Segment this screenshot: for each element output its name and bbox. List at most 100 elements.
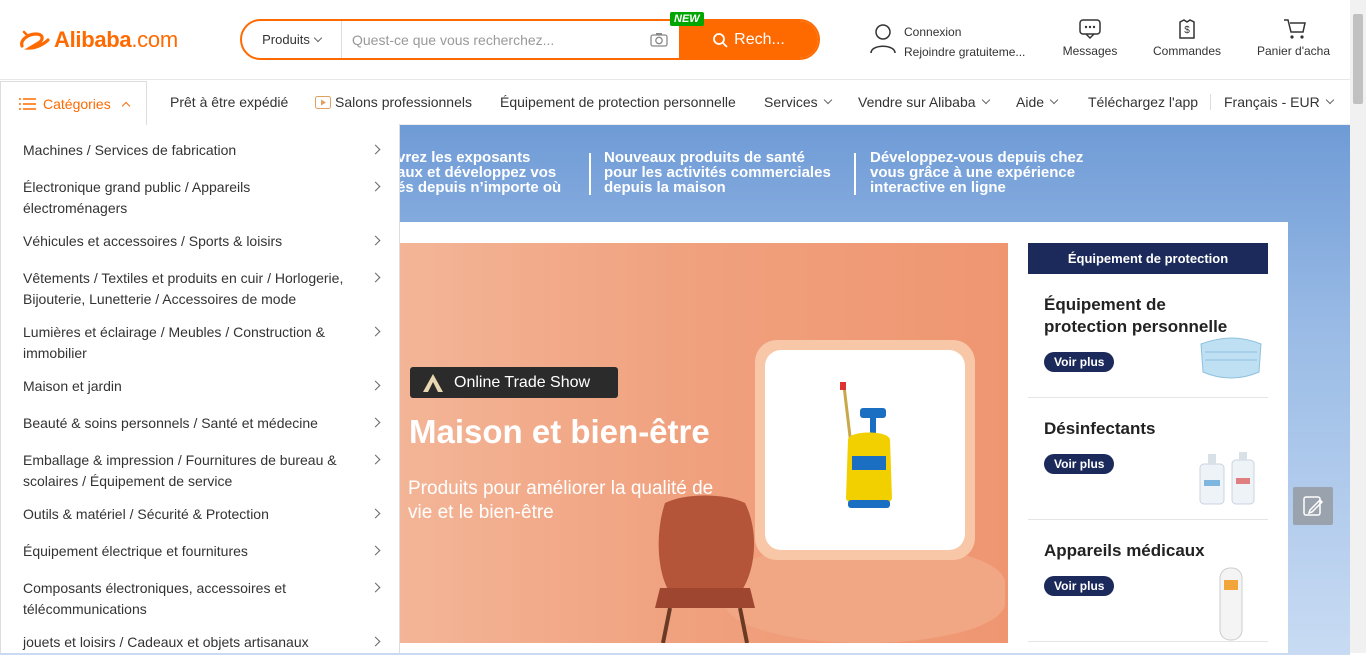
- chevron-right-icon: [370, 181, 381, 192]
- voir-plus-button[interactable]: Voir plus: [1044, 576, 1115, 596]
- band-divider: [589, 153, 591, 195]
- scrollbar-thumb[interactable]: [1353, 14, 1363, 104]
- nav-download-app[interactable]: Téléchargez l'app: [1088, 94, 1198, 110]
- online-trade-show-badge: Online Trade Show: [410, 367, 618, 398]
- face-mask-image: [1200, 337, 1262, 379]
- alibaba-logo[interactable]: Alibaba.com: [18, 24, 178, 56]
- chevron-down-icon: [313, 33, 323, 42]
- nav-ppe[interactable]: Équipement de protection personnelle: [500, 94, 736, 110]
- cart-label: Panier d'acha: [1257, 44, 1331, 58]
- banner-subtitle: Produits pour améliorer la qualité de vi…: [408, 478, 714, 523]
- camera-search-icon[interactable]: [639, 21, 679, 58]
- login-link[interactable]: Connexion: [904, 22, 1025, 42]
- chevron-down-icon: [981, 95, 990, 105]
- chevron-right-icon: [370, 272, 381, 283]
- trade-show-logo-icon: [423, 373, 443, 392]
- cart-button[interactable]: Panier d'acha: [1248, 18, 1340, 58]
- list-icon: [19, 97, 36, 110]
- nav-services[interactable]: Services: [764, 94, 832, 110]
- page-scrollbar[interactable]: [1350, 0, 1366, 653]
- card-medical-devices[interactable]: Appareils médicaux Voir plus: [1028, 520, 1268, 642]
- chevron-right-icon: [370, 545, 381, 556]
- chevron-down-icon: [823, 95, 832, 105]
- chevron-right-icon: [370, 417, 381, 428]
- main-nav: Catégories Prêt à être expédié Salons pr…: [0, 81, 1350, 125]
- card-disinfectants[interactable]: Désinfectants Voir plus: [1028, 398, 1268, 520]
- categories-button[interactable]: Catégories: [0, 81, 147, 125]
- categories-label: Catégories: [43, 95, 111, 112]
- band-promo-3[interactable]: Développez-vous depuis chez vous grâce à …: [870, 150, 1083, 195]
- category-item[interactable]: Véhicules et accessoires / Sports & lois…: [23, 231, 383, 252]
- chevron-right-icon: [370, 235, 381, 246]
- new-badge: NEW: [670, 12, 704, 26]
- category-item[interactable]: Vêtements / Textiles et produits en cuir…: [23, 268, 383, 310]
- category-item[interactable]: Machines / Services de fabrication: [23, 140, 383, 161]
- banner-title: Maison et bien-être: [409, 413, 710, 450]
- sprayer-product-image: [840, 382, 892, 508]
- feedback-button[interactable]: [1293, 487, 1333, 525]
- chevron-right-icon: [370, 454, 381, 465]
- search-button-label: Rech...: [734, 30, 785, 48]
- band-divider: [854, 153, 856, 195]
- search-input[interactable]: [342, 21, 639, 58]
- band-promo-2[interactable]: Nouveaux produits de santé pour les activ…: [604, 150, 831, 195]
- alibaba-logo-icon: [20, 30, 50, 50]
- language-currency-selector[interactable]: Français - EUR: [1210, 94, 1334, 110]
- voir-plus-button[interactable]: Voir plus: [1044, 454, 1115, 474]
- category-item[interactable]: Électronique grand public / Appareils él…: [23, 177, 383, 219]
- chevron-right-icon: [370, 380, 381, 391]
- card-title: Appareils médicaux: [1044, 541, 1205, 560]
- cart-icon: [1284, 19, 1306, 39]
- account-menu[interactable]: Connexion Rejoindre gratuiteme...: [868, 22, 1025, 62]
- product-frame[interactable]: [755, 340, 975, 560]
- category-item[interactable]: Beauté & soins personnels / Santé et méd…: [23, 413, 383, 434]
- chevron-right-icon: [370, 326, 381, 337]
- messages-button[interactable]: Messages: [1045, 18, 1135, 58]
- chevron-up-icon: [121, 101, 130, 110]
- search-category-dropdown[interactable]: Produits: [242, 21, 342, 58]
- card-title: Désinfectants: [1044, 419, 1156, 438]
- category-item[interactable]: Lumières et éclairage / Meubles / Constr…: [23, 322, 383, 364]
- feedback-edit-icon: [1303, 496, 1324, 516]
- category-item[interactable]: jouets et loisirs / Cadeaux et objets ar…: [23, 632, 383, 653]
- message-icon: [1079, 19, 1101, 40]
- protection-panel: Équipement de protection Équipement de p…: [1028, 243, 1268, 653]
- category-item[interactable]: Emballage & impression / Fournitures de …: [23, 450, 383, 492]
- search-category-label: Produits: [262, 32, 310, 47]
- search-icon: [713, 32, 728, 48]
- sanitizer-bottles-image: [1199, 452, 1255, 505]
- user-icon: [870, 24, 896, 54]
- category-item[interactable]: Outils & matériel / Sécurité & Protectio…: [23, 504, 383, 525]
- chevron-down-icon: [1049, 95, 1059, 105]
- nav-sell[interactable]: Vendre sur Alibaba: [858, 94, 990, 110]
- categories-dropdown: Machines / Services de fabrication Élect…: [0, 124, 400, 653]
- voir-plus-button[interactable]: Voir plus: [1044, 352, 1115, 372]
- category-item[interactable]: Maison et jardin: [23, 376, 383, 397]
- thermometer-image: [1219, 567, 1243, 641]
- chevron-right-icon: [370, 636, 381, 647]
- chevron-down-icon: [1325, 95, 1334, 105]
- protection-panel-header: Équipement de protection: [1028, 243, 1268, 274]
- card-ppe[interactable]: Équipement de protection personnelle Voi…: [1028, 274, 1268, 398]
- orders-icon: $: [1179, 19, 1195, 39]
- nav-help[interactable]: Aide: [1016, 94, 1059, 110]
- svg-text:$: $: [1184, 25, 1190, 36]
- search-button[interactable]: Rech...: [679, 21, 818, 58]
- chevron-right-icon: [370, 144, 381, 155]
- card-title: Équipement de protection personnelle: [1044, 295, 1228, 336]
- messages-label: Messages: [1062, 44, 1118, 58]
- logo-text: Alibaba.com: [54, 27, 178, 52]
- band-promo-1[interactable]: vrez les exposants aux et développez vos é…: [397, 150, 561, 195]
- chevron-right-icon: [370, 508, 381, 519]
- video-play-icon: [315, 95, 331, 109]
- nav-trade-shows[interactable]: Salons professionnels: [315, 94, 472, 110]
- category-item[interactable]: Composants électroniques, accessoires et…: [23, 578, 383, 620]
- nav-ready-to-ship[interactable]: Prêt à être expédié: [170, 94, 288, 110]
- hero-banner[interactable]: Online Trade Show Maison et bien-être Pr…: [400, 243, 1008, 643]
- search-bar: Produits Rech...: [240, 19, 820, 60]
- chevron-right-icon: [370, 582, 381, 593]
- join-link[interactable]: Rejoindre gratuiteme...: [904, 42, 1025, 62]
- orders-button[interactable]: $ Commandes: [1142, 18, 1232, 58]
- category-item[interactable]: Équipement électrique et fournitures: [23, 541, 383, 562]
- top-header: Alibaba.com Produits Rech... NEW Connexi…: [0, 0, 1350, 80]
